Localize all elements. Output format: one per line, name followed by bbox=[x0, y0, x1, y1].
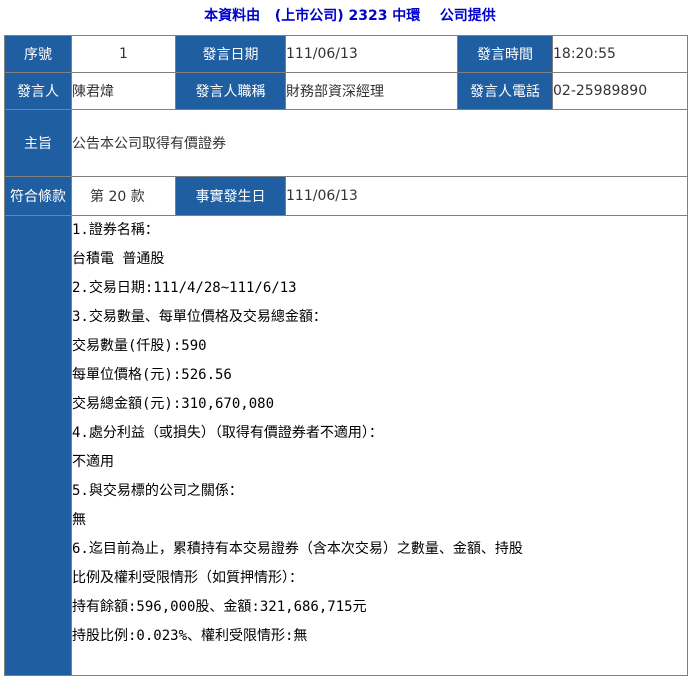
date-label: 發言日期 bbox=[175, 35, 286, 73]
body-line: 比例及權利受限情形（如質押情形）： bbox=[72, 570, 303, 586]
event-date-label: 事實發生日 bbox=[175, 176, 286, 216]
body-line: 台積電 普通股 bbox=[72, 251, 165, 267]
body-line: 持有餘額:596,000股、金額:321,686,715元 bbox=[72, 599, 367, 615]
description-body: 1.證券名稱： 台積電 普通股 2.交易日期:111/4/28~111/6/13… bbox=[71, 215, 688, 676]
speaker-phone-label: 發言人電話 bbox=[457, 72, 553, 110]
announcement-table: 序號 1 發言日期 111/06/13 發言時間 18:20:55 發言人 陳君… bbox=[4, 35, 688, 676]
body-line: 6.迄目前為止，累積持有本交易證券（含本次交易）之數量、金額、持股 bbox=[72, 541, 523, 557]
speaker-title-label: 發言人職稱 bbox=[175, 72, 286, 110]
clause-value: 第 20 款 bbox=[71, 176, 176, 216]
speaker-title-value: 財務部資深經理 bbox=[285, 72, 458, 110]
date-value: 111/06/13 bbox=[285, 35, 458, 73]
body-line: 交易總金額(元):310,670,080 bbox=[72, 396, 275, 412]
description-label-cell bbox=[4, 215, 72, 676]
seq-value: 1 bbox=[71, 35, 176, 73]
body-line: 持股比例:0.023%、權利受限情形:無 bbox=[72, 628, 308, 644]
header-prefix: 本資料由 bbox=[204, 8, 261, 24]
body-line: 3.交易數量、每單位價格及交易總金額： bbox=[72, 309, 327, 325]
body-line: 1.證券名稱： bbox=[72, 222, 159, 238]
time-label: 發言時間 bbox=[457, 35, 553, 73]
body-line: 無 bbox=[72, 512, 86, 528]
time-value: 18:20:55 bbox=[552, 35, 688, 73]
body-line: 5.與交易標的公司之關係： bbox=[72, 483, 243, 499]
page-header: 本資料由 (上市公司) 2323 中環 公司提供 bbox=[0, 0, 700, 33]
body-line: 2.交易日期:111/4/28~111/6/13 bbox=[72, 280, 297, 296]
seq-label: 序號 bbox=[4, 35, 72, 73]
subject-label: 主旨 bbox=[4, 109, 72, 177]
body-line: 4.處分利益（或損失）（取得有價證券者不適用）： bbox=[72, 425, 383, 441]
header-company: (上市公司) 2323 中環 bbox=[274, 8, 421, 24]
subject-value: 公告本公司取得有價證券 bbox=[71, 109, 688, 177]
body-line: 不適用 bbox=[72, 454, 114, 470]
body-line: 交易數量(仟股):590 bbox=[72, 338, 207, 354]
speaker-phone-value: 02-25989890 bbox=[552, 72, 688, 110]
speaker-label: 發言人 bbox=[4, 72, 72, 110]
event-date-value: 111/06/13 bbox=[285, 176, 688, 216]
header-suffix: 公司提供 bbox=[439, 8, 496, 24]
speaker-value: 陳君煒 bbox=[71, 72, 176, 110]
body-line: 每單位價格(元):526.56 bbox=[72, 367, 232, 383]
clause-label: 符合條款 bbox=[4, 176, 72, 216]
